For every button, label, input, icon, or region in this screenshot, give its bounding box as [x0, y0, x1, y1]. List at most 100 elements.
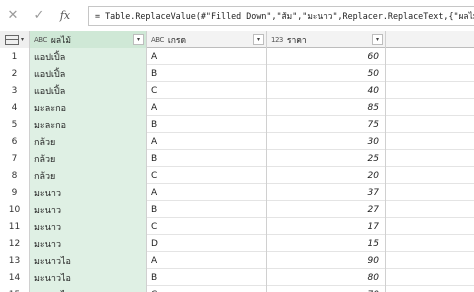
cell-fruit[interactable]: มะนาว	[30, 184, 147, 201]
table-row: 12 มะนาว D 15	[0, 235, 474, 252]
table-row: 13 มะนาวไอ A 90	[0, 252, 474, 269]
row-number[interactable]: 12	[0, 235, 30, 252]
text-type-icon[interactable]: ABC	[151, 36, 164, 44]
cell-grade[interactable]: B	[147, 150, 267, 167]
row-number[interactable]: 14	[0, 269, 30, 286]
cell-grade[interactable]: C	[147, 82, 267, 99]
cell-price[interactable]: 80	[267, 269, 386, 286]
column-label-fruit: ผลไม้	[50, 35, 71, 46]
cell-grade[interactable]: A	[147, 252, 267, 269]
cell-grade[interactable]: A	[147, 133, 267, 150]
filter-dropdown-icon[interactable]: ▾	[253, 34, 264, 45]
empty-area	[386, 150, 474, 167]
cell-price[interactable]: 75	[267, 116, 386, 133]
check-icon[interactable]: ✓	[26, 0, 52, 32]
cell-grade[interactable]: B	[147, 201, 267, 218]
table-row: 1 แอปเปิ้ล A 60	[0, 48, 474, 65]
empty-area	[386, 218, 474, 235]
row-number[interactable]: 7	[0, 150, 30, 167]
column-header-fruit[interactable]: ABC ผลไม้ ▾	[30, 31, 147, 48]
cell-price[interactable]: 60	[267, 48, 386, 65]
cell-price[interactable]: 40	[267, 82, 386, 99]
row-number[interactable]: 5	[0, 116, 30, 133]
filter-dropdown-icon[interactable]: ▾	[133, 34, 144, 45]
table-row: 5 มะละกอ B 75	[0, 116, 474, 133]
row-number[interactable]: 3	[0, 82, 30, 99]
cell-grade[interactable]: A	[147, 48, 267, 65]
cell-fruit[interactable]: มะนาว	[30, 218, 147, 235]
row-number[interactable]: 4	[0, 99, 30, 116]
row-number[interactable]: 13	[0, 252, 30, 269]
cell-fruit[interactable]: มะละกอ	[30, 116, 147, 133]
fx-icon[interactable]: fx	[52, 0, 78, 32]
cell-fruit[interactable]: แอปเปิ้ล	[30, 48, 147, 65]
row-number[interactable]: 15	[0, 286, 30, 292]
empty-area	[386, 48, 474, 65]
empty-area	[386, 133, 474, 150]
cell-fruit[interactable]: มะนาวไอ	[30, 269, 147, 286]
table-menu-button[interactable]: ▾	[0, 31, 30, 48]
cell-fruit[interactable]: มะนาว	[30, 201, 147, 218]
cell-price[interactable]: 70	[267, 286, 386, 292]
row-number[interactable]: 10	[0, 201, 30, 218]
cell-grade[interactable]: C	[147, 167, 267, 184]
table-row: 9 มะนาว A 37	[0, 184, 474, 201]
cell-price[interactable]: 17	[267, 218, 386, 235]
filter-dropdown-icon[interactable]: ▾	[372, 34, 383, 45]
cell-price[interactable]: 90	[267, 252, 386, 269]
cell-grade[interactable]: D	[147, 235, 267, 252]
empty-area	[386, 269, 474, 286]
cell-fruit[interactable]: มะละกอ	[30, 99, 147, 116]
cell-grade[interactable]: B	[147, 269, 267, 286]
cell-price[interactable]: 15	[267, 235, 386, 252]
table-icon	[4, 34, 19, 45]
data-grid: ▾ ABC ผลไม้ ▾ ABC เกรด ▾ 123 ราคา ▾ 1 แอป…	[0, 31, 474, 292]
cell-fruit[interactable]: มะนาวไอ	[30, 286, 147, 292]
cell-price[interactable]: 37	[267, 184, 386, 201]
table-body: 1 แอปเปิ้ล A 60 2 แอปเปิ้ล B 50 3 แอปเปิ้ล C 40 4 มะล…	[0, 48, 474, 292]
cell-fruit[interactable]: กล้วย	[30, 167, 147, 184]
number-type-icon[interactable]: 123	[271, 36, 283, 44]
empty-area	[386, 235, 474, 252]
empty-area	[386, 201, 474, 218]
table-row: 10 มะนาว B 27	[0, 201, 474, 218]
row-number[interactable]: 1	[0, 48, 30, 65]
cell-grade[interactable]: B	[147, 116, 267, 133]
chevron-down-icon: ▾	[20, 36, 24, 43]
empty-area	[386, 82, 474, 99]
table-row: 4 มะละกอ A 85	[0, 99, 474, 116]
formula-bar: ✕ ✓ fx = Table.ReplaceValue(#"Filled Dow…	[0, 0, 474, 32]
row-number[interactable]: 9	[0, 184, 30, 201]
cell-price[interactable]: 85	[267, 99, 386, 116]
cell-price[interactable]: 20	[267, 167, 386, 184]
cell-grade[interactable]: C	[147, 218, 267, 235]
cell-fruit[interactable]: กล้วย	[30, 133, 147, 150]
formula-input[interactable]: = Table.ReplaceValue(#"Filled Down","ส้ม…	[88, 6, 474, 26]
empty-area	[386, 99, 474, 116]
cell-grade[interactable]: B	[147, 65, 267, 82]
close-icon[interactable]: ✕	[0, 0, 26, 32]
cell-price[interactable]: 27	[267, 201, 386, 218]
cell-price[interactable]: 50	[267, 65, 386, 82]
table-row: 8 กล้วย C 20	[0, 167, 474, 184]
empty-area	[386, 167, 474, 184]
row-number[interactable]: 2	[0, 65, 30, 82]
column-header-price[interactable]: 123 ราคา ▾	[267, 31, 386, 48]
cell-grade[interactable]: A	[147, 184, 267, 201]
cell-fruit[interactable]: แอปเปิ้ล	[30, 65, 147, 82]
column-header-grade[interactable]: ABC เกรด ▾	[147, 31, 267, 48]
row-number[interactable]: 6	[0, 133, 30, 150]
cell-grade[interactable]: A	[147, 99, 267, 116]
cell-fruit[interactable]: มะนาวไอ	[30, 252, 147, 269]
cell-price[interactable]: 25	[267, 150, 386, 167]
empty-area	[386, 184, 474, 201]
cell-fruit[interactable]: มะนาว	[30, 235, 147, 252]
cell-fruit[interactable]: กล้วย	[30, 150, 147, 167]
cell-grade[interactable]: C	[147, 286, 267, 292]
row-number[interactable]: 11	[0, 218, 30, 235]
cell-price[interactable]: 30	[267, 133, 386, 150]
table-row: 14 มะนาวไอ B 80	[0, 269, 474, 286]
cell-fruit[interactable]: แอปเปิ้ล	[30, 82, 147, 99]
row-number[interactable]: 8	[0, 167, 30, 184]
text-type-icon[interactable]: ABC	[34, 36, 47, 44]
